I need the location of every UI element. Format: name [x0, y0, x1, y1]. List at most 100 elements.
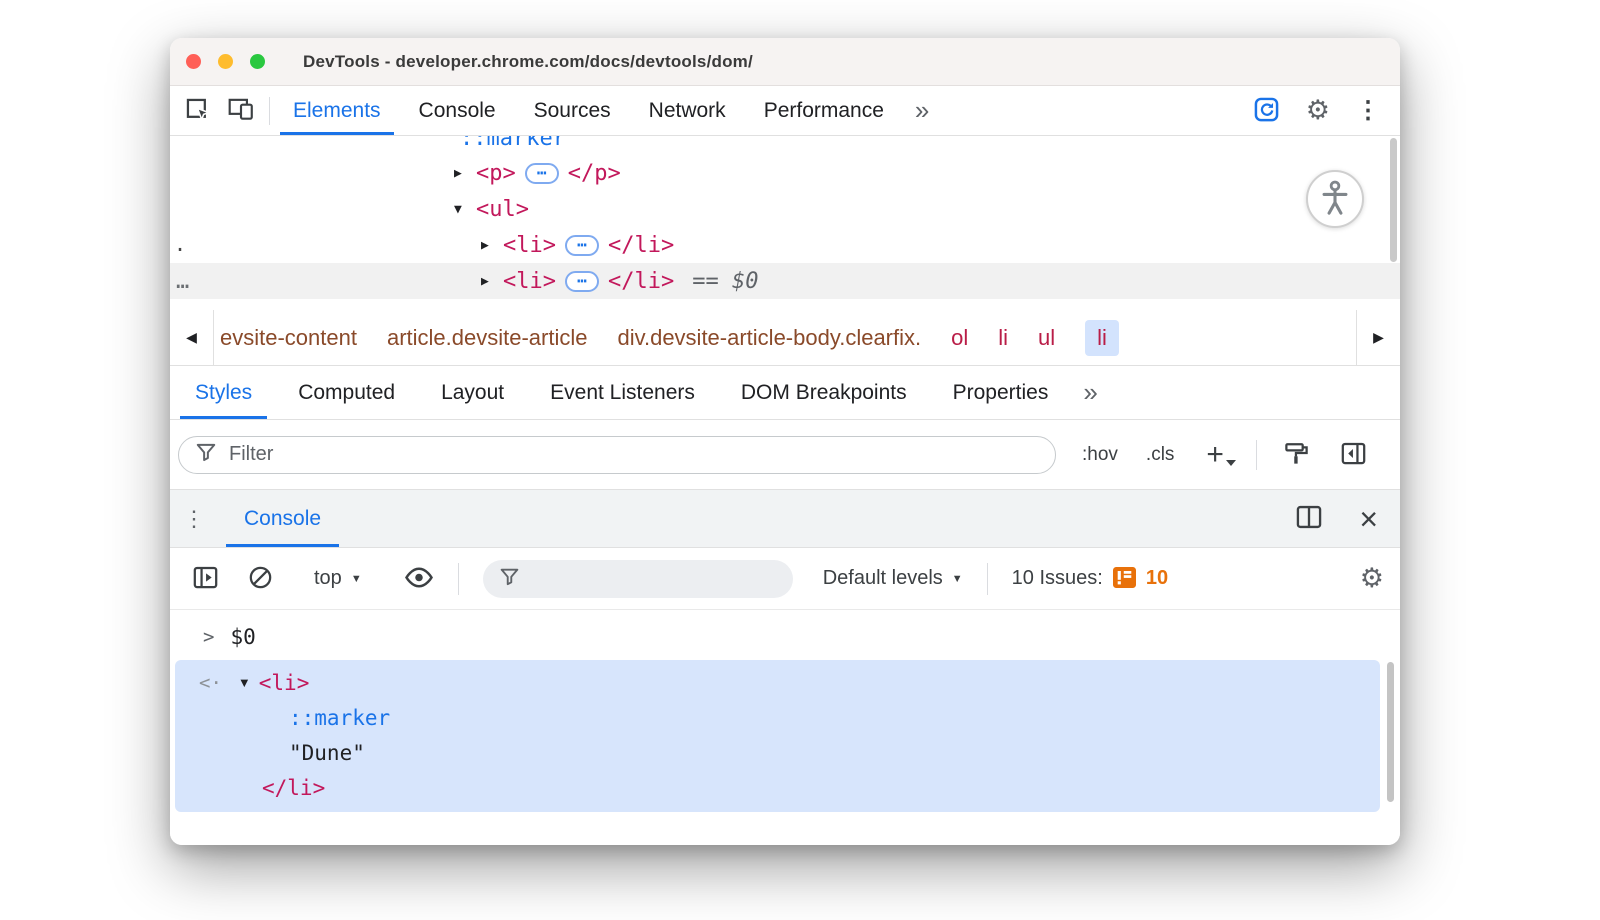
breadcrumb-scroll-right-button[interactable]: ▶ [1356, 310, 1400, 365]
split-panel-button[interactable] [1295, 504, 1323, 533]
tab-properties[interactable]: Properties [930, 366, 1072, 419]
dock-sidebar-icon [1340, 441, 1367, 469]
breadcrumb-item[interactable]: evsite-content [220, 325, 357, 351]
gear-icon: ⚙ [1360, 565, 1384, 592]
paint-roller-icon [1283, 441, 1310, 469]
result-tag-close: </li> [262, 776, 325, 800]
kebab-menu-icon: ⋮ [183, 506, 205, 532]
device-toolbar-button[interactable] [227, 96, 255, 125]
tab-layout[interactable]: Layout [418, 366, 527, 419]
returned-value-icon: <· [199, 672, 222, 694]
breadcrumb-item[interactable]: li [998, 325, 1008, 351]
console-scrollbar[interactable] [1387, 662, 1394, 802]
ellipsis-icon: ⋯ [577, 237, 587, 253]
breadcrumb-item[interactable]: article.devsite-article [387, 325, 588, 351]
toolbar-divider [458, 563, 459, 595]
breadcrumb-items: evsite-content article.devsite-article d… [214, 310, 1356, 365]
accessibility-person-icon [1319, 180, 1351, 219]
window-titlebar: DevTools - developer.chrome.com/docs/dev… [170, 38, 1400, 86]
tab-network[interactable]: Network [630, 86, 745, 135]
dock-computed-panel-button[interactable] [1340, 441, 1367, 469]
tab-performance[interactable]: Performance [745, 86, 903, 135]
main-menu-button[interactable]: ⋮ [1356, 99, 1380, 123]
console-result-selected[interactable]: <· ▼ <li> ::marker "Dune" </li> [175, 660, 1380, 812]
breadcrumb-item[interactable]: ol [951, 325, 968, 351]
chevron-down-icon: ▼ [952, 573, 963, 585]
triangle-right-icon[interactable]: ▶ [481, 274, 503, 289]
tree-row-li[interactable]: ▶ <li> ⋯ </li> [170, 227, 1400, 263]
tree-row-marker[interactable]: ::marker [170, 136, 1400, 156]
list-bullet: . [174, 229, 186, 259]
extension-button[interactable] [1253, 96, 1280, 126]
tree-row-ul[interactable]: ▼ <ul> [170, 191, 1400, 227]
expand-inline-button[interactable]: ⋯ [525, 163, 559, 184]
marker-pseudo-element: ::marker [460, 136, 566, 151]
minimize-window-button[interactable] [218, 54, 233, 69]
triangle-right-icon[interactable]: ▶ [481, 238, 503, 253]
breadcrumb-item[interactable]: div.devsite-article-body.clearfix. [617, 325, 921, 351]
console-settings-button[interactable]: ⚙ [1360, 565, 1384, 592]
dollar-zero-reference: == $0 [692, 269, 758, 294]
rendering-emulation-button[interactable] [1283, 441, 1310, 469]
execution-context-dropdown[interactable]: top ▼ [314, 567, 362, 590]
tab-console[interactable]: Console [400, 86, 515, 135]
triangle-right-icon[interactable]: ▶ [454, 166, 476, 181]
issues-counter[interactable]: 10 Issues: 10 [1012, 567, 1168, 591]
tab-styles[interactable]: Styles [172, 366, 275, 419]
settings-button[interactable]: ⚙ [1306, 97, 1330, 124]
chevron-down-icon: ▼ [351, 573, 362, 585]
console-command: $0 [230, 625, 255, 649]
breadcrumb-scroll-left-button[interactable]: ◀ [170, 310, 214, 365]
elements-scrollbar[interactable] [1390, 138, 1397, 262]
toggle-element-state-button[interactable]: :hov [1082, 444, 1118, 466]
tab-computed[interactable]: Computed [275, 366, 418, 419]
breadcrumb-item[interactable]: ul [1038, 325, 1055, 351]
expand-inline-button[interactable]: ⋯ [565, 271, 599, 292]
triangle-down-icon[interactable]: ▼ [454, 202, 476, 217]
refresh-square-icon [1253, 96, 1280, 126]
inspect-element-button[interactable] [184, 96, 211, 126]
result-text-value: "Dune" [289, 741, 365, 765]
more-style-tabs-button[interactable]: » [1071, 366, 1109, 419]
double-chevron-icon: » [915, 95, 929, 126]
live-expression-button[interactable] [404, 566, 434, 592]
console-filter-input[interactable] [530, 568, 777, 590]
tag-open: <p> [476, 161, 516, 186]
tag-close: </li> [608, 233, 674, 258]
expand-inline-button[interactable]: ⋯ [565, 235, 599, 256]
styles-filter-input[interactable] [229, 443, 1039, 466]
more-panels-button[interactable]: » [903, 86, 941, 135]
zoom-window-button[interactable] [250, 54, 265, 69]
tree-row-p[interactable]: ▶ <p> ⋯ </p> [170, 155, 1400, 191]
tab-event-listeners[interactable]: Event Listeners [527, 366, 718, 419]
accessibility-overlay-button[interactable] [1306, 170, 1364, 228]
close-drawer-button[interactable]: × [1359, 503, 1378, 535]
tab-elements[interactable]: Elements [274, 86, 400, 135]
console-output: > $0 <· ▼ <li> ::marker "Dune" </li> [170, 610, 1400, 845]
tag-open: <li> [503, 269, 556, 294]
tab-sources[interactable]: Sources [515, 86, 630, 135]
split-panel-icon [1295, 504, 1323, 533]
breadcrumb-item-selected[interactable]: li [1085, 320, 1119, 356]
tab-dom-breakpoints[interactable]: DOM Breakpoints [718, 366, 930, 419]
triangle-down-icon[interactable]: ▼ [238, 675, 251, 690]
toolbar-divider [269, 97, 270, 125]
elements-tree-panel: ::marker ▶ <p> ⋯ </p> ▼ <ul> ▶ <li> ⋯ </… [170, 136, 1400, 310]
tag-open: <li> [503, 233, 556, 258]
styles-filter-box [178, 436, 1056, 474]
log-levels-dropdown[interactable]: Default levels ▼ [823, 567, 963, 590]
ellipsis-icon: ⋯ [537, 165, 547, 181]
tag-close: </p> [568, 161, 621, 186]
clear-console-button[interactable] [247, 564, 274, 594]
drawer-tab-console[interactable]: Console [218, 490, 347, 547]
result-tag-open: <li> [259, 671, 310, 695]
new-style-rule-button[interactable]: + [1206, 440, 1224, 470]
issues-icon [1113, 567, 1136, 591]
console-filter-box [483, 560, 793, 598]
tree-row-li-selected[interactable]: ▶ <li> ⋯ </li> == $0 [170, 263, 1400, 299]
element-classes-button[interactable]: .cls [1146, 444, 1175, 466]
console-sidebar-button[interactable] [192, 565, 219, 593]
drawer-menu-button[interactable]: ⋮ [170, 490, 218, 547]
panel-tabs: Elements Console Sources Network Perform… [274, 86, 903, 135]
close-window-button[interactable] [186, 54, 201, 69]
